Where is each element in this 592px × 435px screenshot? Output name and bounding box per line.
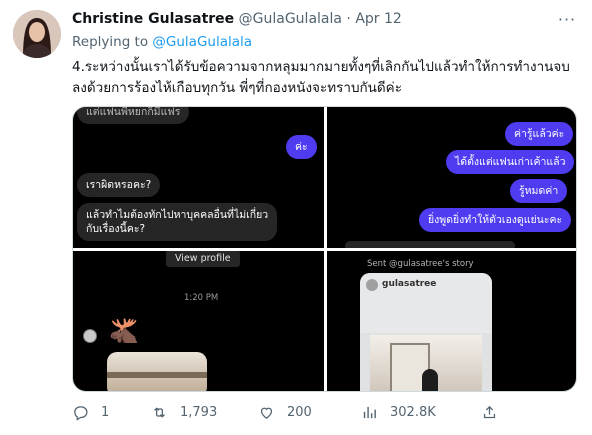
retweet-button[interactable]: 1,793: [151, 401, 217, 423]
media-image-2[interactable]: ค่ารู้แล้วค่ะ ได้ตั้งแต่แฟนเก่าเค้าแล้ว …: [327, 107, 576, 248]
view-profile-button: View profile: [166, 251, 240, 267]
author-handle[interactable]: @GulaGulalala: [239, 11, 342, 27]
message-bubble-outgoing: ค่ะ: [286, 135, 317, 159]
separator-dot: ·: [346, 11, 351, 27]
message-bubble-incoming: เราผิดหรอคะ?: [77, 173, 161, 197]
message-bubble-outgoing: ค่ารู้แล้วค่ะ: [505, 122, 574, 146]
message-bubble-outgoing: ได้ตั้งแต่แฟนเก่าเค้าแล้ว: [446, 150, 575, 174]
author-avatar[interactable]: [13, 10, 61, 58]
views-button[interactable]: 302.8K: [361, 401, 436, 423]
media-grid[interactable]: แต่แฟนพี่หยกก็มีแฟร ค่ะ เราผิดหรอคะ? แล้…: [72, 106, 577, 392]
shared-photo: [107, 352, 207, 391]
tweet-text: 4.ระหว่างนั้นเราได้รับข้อความจากหลุมมากม…: [72, 59, 570, 96]
sender-avatar: [83, 329, 97, 343]
message-bubble-outgoing: รู้หมดค่า: [510, 179, 568, 203]
message-line: กับเรื่องนี้คะ?: [86, 223, 146, 235]
reply-button[interactable]: 1: [72, 401, 109, 423]
like-count: 200: [287, 404, 312, 420]
reply-icon: [74, 405, 88, 421]
retweet-icon: [154, 406, 165, 418]
analytics-icon: [363, 406, 376, 418]
more-options-icon[interactable]: ···: [556, 10, 578, 30]
moose-emoji-icon: 🫎: [109, 317, 139, 345]
story-card: gulasatree: [360, 273, 492, 391]
view-count: 302.8K: [390, 404, 436, 420]
message-bubble-incoming: แล้วทำไมต้องทักไปหาบุคคลอื่นที่ไม่เกี่ยว…: [77, 203, 278, 241]
message-bubble-outgoing: ยิ่งพูดยิ่งทำให้ตัวเองดูแย่นะคะ: [419, 208, 572, 232]
share-button[interactable]: [481, 401, 498, 423]
media-image-4[interactable]: Sent @gulasatree's story gulasatree: [327, 251, 576, 391]
message-bubble-incoming: แต่แฟนพี่หยกก็มีแฟร: [77, 107, 190, 124]
tweet-header: Christine Gulasatree @GulaGulalala · Apr…: [72, 10, 578, 31]
retweet-count: 1,793: [180, 404, 218, 420]
tweet-actions: 1 1,793 200 302.8K: [72, 401, 577, 423]
heart-icon: [260, 407, 273, 419]
sent-story-label: Sent @gulasatree's story: [367, 259, 474, 269]
story-photo: [370, 335, 482, 391]
message-timestamp: 1:20 PM: [184, 293, 219, 303]
reply-context: Replying to @GulaGulalala: [72, 34, 252, 50]
author-name[interactable]: Christine Gulasatree: [72, 11, 234, 27]
reply-handle-link[interactable]: @GulaGulalala: [152, 34, 252, 50]
share-icon: [483, 405, 496, 418]
media-image-3[interactable]: View profile 1:20 PM 🫎: [73, 251, 324, 391]
message-bubble-partial: [345, 241, 515, 248]
reply-count: 1: [101, 404, 110, 420]
story-username: gulasatree: [382, 279, 437, 289]
tweet-date[interactable]: Apr 12: [355, 11, 401, 27]
media-image-1[interactable]: แต่แฟนพี่หยกก็มีแฟร ค่ะ เราผิดหรอคะ? แล้…: [73, 107, 324, 248]
story-avatar: [366, 279, 378, 291]
avatar-photo: [13, 10, 61, 58]
message-line: แล้วทำไมต้องทักไปหาบุคคลอื่นที่ไม่เกี่ยว: [86, 209, 269, 221]
like-button[interactable]: 200: [258, 401, 312, 423]
reply-prefix: Replying to: [72, 34, 149, 50]
